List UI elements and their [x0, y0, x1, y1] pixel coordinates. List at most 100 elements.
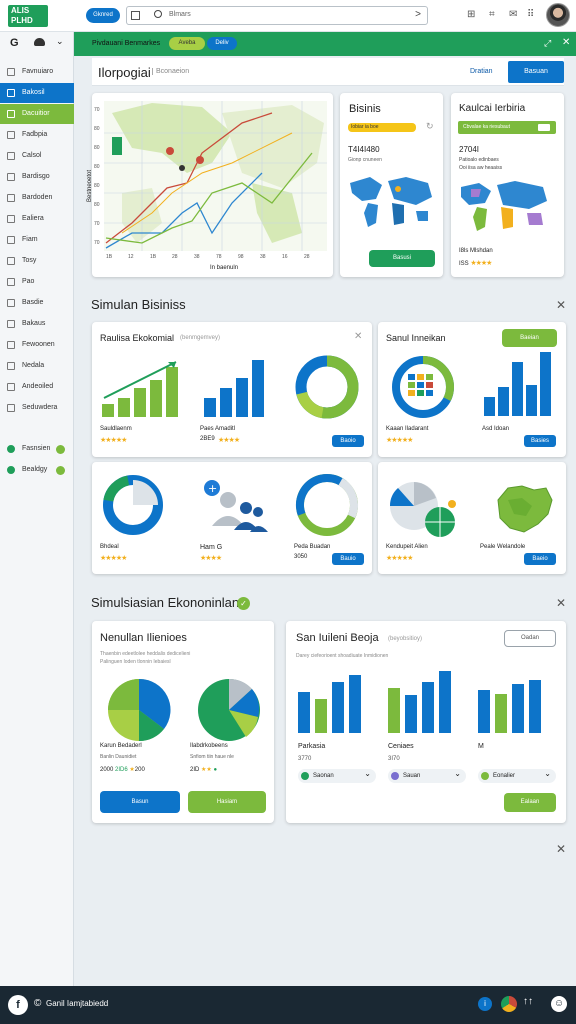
card-title: Nenullan Ilienioes	[100, 632, 187, 644]
close-icon[interactable]: ✕	[354, 331, 362, 342]
status-dot	[481, 772, 489, 780]
chart-bar	[405, 695, 417, 733]
card-button[interactable]: Baeian	[502, 329, 557, 347]
share-icon[interactable]: ↑↑	[523, 996, 533, 1007]
expand-icon[interactable]	[131, 11, 140, 20]
search-input[interactable]: Blmars	[169, 11, 191, 18]
sidebar-item[interactable]: Favnuiaro	[0, 62, 74, 82]
card-button[interactable]: Ealaan	[504, 793, 556, 812]
primary-button[interactable]: Basun	[100, 791, 180, 813]
sidebar-item[interactable]: Basdie	[0, 293, 74, 313]
svg-text:+: +	[208, 482, 217, 495]
doc-icon	[7, 89, 15, 97]
g-icon[interactable]: G	[10, 37, 19, 49]
chart-bar	[220, 388, 232, 417]
sidebar-item[interactable]: Fewoonen	[0, 335, 74, 355]
economic-card: Raulisa Ekokomial (benmgemvey) ✕ Sauldla…	[92, 322, 372, 457]
page-title: Ilorpogiai	[98, 65, 151, 80]
chart-value: 3I70	[388, 756, 400, 762]
sidebar-item[interactable]: Pao	[0, 272, 74, 292]
card-button[interactable]: Basusi	[369, 250, 435, 267]
card-title: Bisinis	[349, 103, 381, 115]
apps-icon[interactable]: ⠿	[527, 9, 534, 20]
banner-pill-blue[interactable]: Deliv	[207, 37, 237, 50]
emoji-icon[interactable]: ☺	[551, 996, 567, 1012]
rating-value: 2BE9	[200, 436, 215, 442]
grid-icon[interactable]: ⊞	[467, 9, 475, 20]
close-icon[interactable]: ✕	[556, 842, 566, 856]
rating-value: 3050	[294, 554, 308, 560]
sidebar-item[interactable]: Bardoden	[0, 188, 74, 208]
settings-icon[interactable]: ⌗	[489, 9, 495, 20]
chart-bar	[204, 398, 216, 417]
chart-value: 3770	[298, 756, 312, 762]
secondary-button[interactable]: Hasiam	[188, 791, 266, 813]
rating: ★★★★★	[386, 555, 413, 562]
avatar[interactable]	[546, 3, 570, 27]
progress-label: Iobiar ia boe	[351, 124, 379, 130]
section-title: Simulsiasian Ekononinlan	[91, 595, 240, 610]
sidebar-item[interactable]: Fadbpia	[0, 125, 74, 145]
sidebar-item[interactable]: Bardisgo	[0, 167, 74, 187]
chart-label: Ham G	[200, 544, 223, 551]
header-link[interactable]: Dratian	[470, 68, 493, 75]
sidebar-item[interactable]: Fiam	[0, 230, 74, 250]
sidebar-item[interactable]: Dacuitior	[0, 104, 74, 124]
refresh-icon[interactable]: ↻	[426, 121, 434, 132]
cloud-icon[interactable]	[34, 38, 45, 46]
card-desc: Darey ciefeorioent shoadiuate Inmidionen	[296, 653, 389, 659]
close-icon[interactable]: ✕	[556, 596, 566, 610]
sidebar-item[interactable]: Tosy	[0, 251, 74, 271]
close-icon[interactable]: ✕	[562, 37, 570, 48]
top-primary-button[interactable]: Gknred	[86, 8, 120, 23]
close-icon[interactable]: ✕	[556, 298, 566, 312]
app-logo[interactable]: ALIS PLHD	[8, 5, 48, 27]
info-icon[interactable]: i	[478, 997, 492, 1011]
chart-label: Kaaan Iladarant	[386, 426, 429, 432]
card-button[interactable]: Bauio	[332, 553, 364, 565]
chip-select[interactable]: Saonan ⌄	[298, 769, 376, 783]
search-box[interactable]: Blmars >	[126, 6, 428, 25]
top-bar: ALIS PLHD Gknred Blmars > ⊞ ⌗ ✉ ⠿	[0, 0, 576, 32]
sidebar-item[interactable]: Andeoiled	[0, 377, 74, 397]
x-tick-label: 1B	[106, 254, 113, 260]
card-desc: Thaenbin edeetlolee heddalis dedicelieni	[100, 651, 191, 657]
bell-icon[interactable]: ✉	[509, 9, 517, 20]
facebook-icon[interactable]: f	[8, 995, 28, 1015]
sidebar-item-label: Ealiera	[22, 215, 44, 222]
sidebar-item[interactable]: Ealiera	[0, 209, 74, 229]
donut-chart	[392, 356, 454, 418]
badge	[56, 445, 65, 454]
expand-icon[interactable]: ⤢	[544, 38, 551, 49]
sidebar-item[interactable]: Fasnsien	[0, 439, 74, 459]
chip-label: Saonan	[313, 773, 334, 779]
outline-button[interactable]: Oadan	[504, 630, 556, 647]
card-button[interactable]: Baoio	[332, 435, 364, 447]
pie-chart	[198, 678, 260, 741]
simulation-card: Sanul Inneikan Baeian Kaaan Iladarant ★★…	[378, 322, 566, 457]
chevron-down-icon[interactable]: ⌄	[56, 36, 64, 47]
chip-select[interactable]: Sauan ⌄	[388, 769, 466, 783]
pie-chart	[108, 678, 171, 742]
banner-pill-green[interactable]: Aveba	[169, 37, 205, 50]
chevron-right-icon[interactable]: >	[415, 9, 421, 20]
sidebar-item[interactable]: Bealdgy	[0, 460, 74, 480]
taskbar-label: Ganil Iamjtabiedd	[46, 999, 109, 1008]
header-button[interactable]: Basuan	[508, 61, 564, 83]
chart-label: Sauldlaenm	[100, 426, 132, 432]
card-button[interactable]: Baeio	[524, 553, 556, 565]
sidebar-item[interactable]: Seduwdera	[0, 398, 74, 418]
x-tick-label: 16	[282, 254, 288, 260]
sidebar-item[interactable]: Bakosil	[0, 83, 74, 103]
card-button[interactable]: Basies	[524, 435, 556, 447]
sidebar-item[interactable]: Nedala	[0, 356, 74, 376]
chrome-icon[interactable]	[501, 996, 517, 1012]
sidebar-item[interactable]: Bakaus	[0, 314, 74, 334]
pie-card: Nenullan Ilienioes Thaenbin edeetlolee h…	[92, 621, 274, 823]
chip-select[interactable]: Eonalier ⌄	[478, 769, 556, 783]
y-tick-label: 80	[94, 164, 100, 170]
doc-icon	[7, 68, 15, 76]
logo-text: ALIS PLHD	[11, 6, 33, 25]
header-strip: Ilorpogiai Bconaeion Dratian Basuan	[92, 58, 564, 86]
sidebar-item[interactable]: Calsol	[0, 146, 74, 166]
